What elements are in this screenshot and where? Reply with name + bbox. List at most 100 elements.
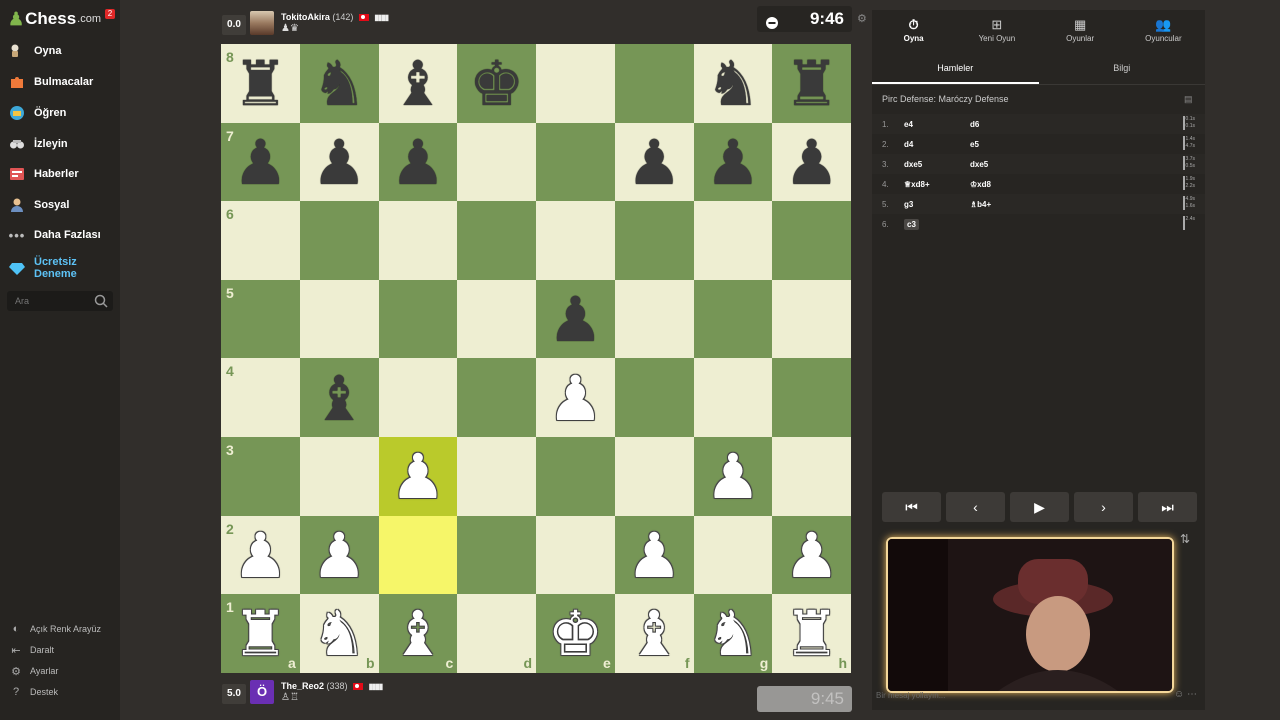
tab-new-game[interactable]: ⊞ Yeni Oyun — [955, 10, 1038, 50]
white-pawn-icon[interactable]: ♟ — [626, 524, 682, 587]
first-move-button[interactable]: ⏮ — [882, 492, 941, 522]
search-input[interactable] — [13, 295, 97, 307]
last-move-button[interactable]: ⏭ — [1138, 492, 1197, 522]
square-c1[interactable]: c ♝ — [378, 594, 458, 673]
black-knight-icon[interactable]: ♞ — [311, 53, 367, 115]
square-c4[interactable] — [378, 358, 458, 437]
book-icon[interactable]: ▤ — [1184, 94, 1193, 105]
search-icon[interactable] — [93, 293, 109, 309]
square-f2[interactable]: ♟ — [614, 515, 694, 595]
bottom-player-avatar[interactable]: Ö — [250, 680, 274, 704]
search-box[interactable] — [7, 291, 113, 311]
square-f6[interactable] — [614, 201, 694, 280]
square-g1[interactable]: g ♞ — [693, 594, 773, 673]
square-h7[interactable]: ♟ — [772, 122, 851, 202]
square-h1[interactable]: h ♜ — [772, 594, 851, 673]
square-b1[interactable]: b ♞ — [299, 594, 379, 673]
square-d6[interactable] — [457, 201, 536, 280]
square-b2[interactable]: ♟ — [299, 515, 379, 595]
sidebar-item-more[interactable]: ••• Daha Fazlası — [0, 221, 120, 249]
black-pawn-icon[interactable]: ♟ — [784, 131, 840, 194]
black-pawn-icon[interactable]: ♟ — [626, 131, 682, 194]
white-move[interactable]: e4 — [904, 120, 970, 129]
sidebar-item-collapse[interactable]: ⇤ Daralt — [0, 641, 120, 659]
bottom-player-name[interactable]: The_Reo2 — [281, 681, 324, 691]
white-rook-icon[interactable]: ♜ — [233, 603, 289, 665]
flip-board-icon[interactable]: ⇅ — [1180, 532, 1190, 546]
black-move[interactable]: e5 — [970, 140, 1036, 149]
square-g7[interactable]: ♟ — [693, 122, 773, 202]
sidebar-item-help[interactable]: ? Destek — [0, 683, 120, 701]
sidebar-item-free-trial[interactable]: Ücretsiz Deneme — [0, 254, 120, 282]
square-h3[interactable] — [772, 436, 851, 516]
sidebar-item-learn[interactable]: Öğren — [0, 99, 120, 127]
square-h8[interactable]: ♜ — [772, 44, 851, 123]
square-h6[interactable] — [772, 201, 851, 280]
black-pawn-icon[interactable]: ♟ — [705, 131, 761, 194]
sidebar-item-social[interactable]: Sosyal — [0, 191, 120, 219]
square-e4[interactable]: ♟ — [536, 358, 615, 437]
black-king-icon[interactable]: ♚ — [469, 53, 525, 115]
black-move[interactable]: ♔xd8 — [970, 180, 1036, 189]
white-pawn-icon[interactable]: ♟ — [311, 524, 367, 587]
square-g3[interactable]: ♟ — [693, 436, 773, 516]
black-pawn-icon[interactable]: ♟ — [390, 131, 446, 194]
square-a2[interactable]: 2 ♟ — [221, 515, 300, 595]
square-e8[interactable] — [536, 44, 615, 123]
square-f7[interactable]: ♟ — [614, 122, 694, 202]
square-e5[interactable]: ♟ — [536, 279, 615, 359]
bottom-player-name-line[interactable]: The_Reo2 (338) ▮▮▮▮ — [281, 681, 383, 691]
white-move[interactable]: d4 — [904, 140, 970, 149]
previous-move-button[interactable]: ‹ — [946, 492, 1005, 522]
square-f5[interactable] — [614, 279, 694, 359]
square-d4[interactable] — [457, 358, 536, 437]
white-move[interactable]: ♕xd8+ — [904, 180, 970, 189]
square-d1[interactable]: d — [457, 594, 536, 673]
white-move[interactable]: c3 — [904, 218, 970, 230]
sidebar-item-news[interactable]: Haberler — [0, 160, 120, 188]
square-b5[interactable] — [299, 279, 379, 359]
play-moves-button[interactable]: ▶ — [1010, 492, 1069, 522]
square-e1[interactable]: e ♚ — [536, 594, 615, 673]
sidebar-item-watch[interactable]: İzleyin — [0, 130, 120, 158]
sidebar-item-play[interactable]: Oyna — [0, 37, 120, 65]
black-move[interactable]: dxe5 — [970, 160, 1036, 169]
black-pawn-icon[interactable]: ♟ — [233, 131, 289, 194]
square-h2[interactable]: ♟ — [772, 515, 851, 595]
tab-games[interactable]: ▦ Oyunlar — [1039, 10, 1122, 50]
square-g5[interactable] — [693, 279, 773, 359]
tab-info[interactable]: Bilgi — [1039, 58, 1206, 84]
square-e6[interactable] — [536, 201, 615, 280]
square-a4[interactable]: 4 — [221, 358, 300, 437]
square-a7[interactable]: 7 ♟ — [221, 122, 300, 202]
square-e3[interactable] — [536, 436, 615, 516]
square-c2[interactable] — [378, 515, 458, 595]
top-player-name[interactable]: TokitoAkira — [281, 12, 330, 22]
square-c6[interactable] — [378, 201, 458, 280]
square-c7[interactable]: ♟ — [378, 122, 458, 202]
white-pawn-icon[interactable]: ♟ — [705, 446, 761, 508]
square-c5[interactable] — [378, 279, 458, 359]
white-pawn-icon[interactable]: ♟ — [390, 446, 446, 508]
tab-play[interactable]: ⏱ Oyna — [872, 10, 955, 50]
square-b3[interactable] — [299, 436, 379, 516]
notification-badge[interactable]: 2 — [105, 9, 115, 19]
tab-moves[interactable]: Hamleler — [872, 58, 1039, 84]
square-f4[interactable] — [614, 358, 694, 437]
chat-input[interactable]: Bir mesaj yollayın... — [876, 691, 945, 700]
square-f1[interactable]: f ♝ — [614, 594, 694, 673]
white-king-icon[interactable]: ♚ — [548, 603, 604, 665]
top-player-name-line[interactable]: TokitoAkira (142) ▮▮▮▮ — [281, 12, 389, 22]
chat-options-icon[interactable]: ☺ ⋯ — [1174, 689, 1197, 700]
black-move[interactable]: ♗b4+ — [970, 200, 1036, 209]
square-h5[interactable] — [772, 279, 851, 359]
white-move[interactable]: g3 — [904, 200, 970, 209]
square-a6[interactable]: 6 — [221, 201, 300, 280]
black-rook-icon[interactable]: ♜ — [784, 53, 840, 115]
white-pawn-icon[interactable]: ♟ — [548, 367, 604, 430]
top-player-avatar[interactable] — [250, 11, 274, 35]
square-a3[interactable]: 3 — [221, 436, 300, 516]
black-bishop-icon[interactable]: ♝ — [390, 53, 446, 115]
sidebar-item-settings[interactable]: ⚙ Ayarlar — [0, 662, 120, 680]
square-b6[interactable] — [299, 201, 379, 280]
